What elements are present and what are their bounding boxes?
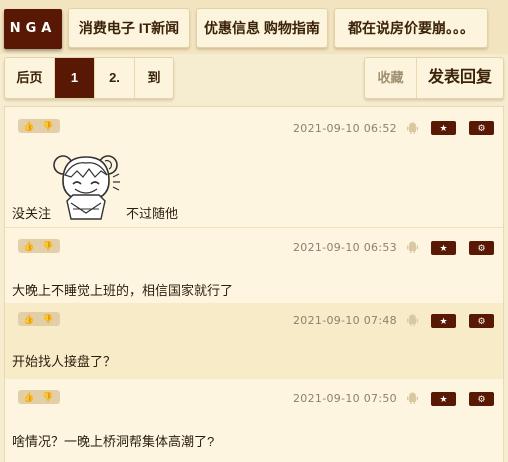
star-button[interactable]: ★	[431, 241, 456, 255]
post-item: 👍 👎 2021-09-10 07:48 ★ ⚙ 开始找人接盘了？	[5, 303, 503, 379]
star-icon: ★	[439, 394, 448, 404]
nav-tab-deals[interactable]: 优惠信息 购物指南	[196, 8, 328, 48]
star-button[interactable]: ★	[431, 314, 456, 328]
prev-page-button[interactable]: 后页	[5, 58, 55, 98]
settings-button[interactable]: ⚙	[469, 392, 494, 406]
thumbs-down-icon[interactable]: 👎	[40, 314, 56, 324]
post-content: 没关注	[12, 206, 52, 221]
nav-tab-thread-title[interactable]: 都在说房价要崩。。。	[334, 8, 488, 48]
android-icon	[407, 314, 418, 326]
post-content: 大晚上不睡觉上班的，相信国家就行了	[12, 283, 234, 298]
star-button[interactable]: ★	[431, 121, 456, 135]
goto-page-button[interactable]: 到	[135, 58, 173, 98]
gear-icon: ⚙	[477, 243, 486, 253]
settings-button[interactable]: ⚙	[469, 121, 494, 135]
settings-button[interactable]: ⚙	[469, 314, 494, 328]
thumbs-up-icon[interactable]: 👍	[21, 121, 37, 131]
top-navigation: NGA 消费电子 IT新闻 优惠信息 购物指南 都在说房价要崩。。。	[0, 0, 508, 54]
post-content-continued: 不过随他	[126, 206, 179, 221]
post-list: 👍 👎 2021-09-10 06:52 ★ ⚙ 没关注 不过随他 👍 👎 20…	[4, 106, 504, 462]
post-content: 开始找人接盘了？	[12, 354, 117, 369]
android-icon	[407, 241, 418, 253]
page-2-button[interactable]: 2.	[95, 58, 135, 98]
post-timestamp: 2021-09-10 06:53	[293, 241, 397, 254]
android-icon	[407, 392, 418, 404]
post-timestamp: 2021-09-10 07:50	[293, 392, 397, 405]
post-content: 啥情况？一晚上桥洞帮集体高潮了?	[12, 434, 215, 449]
vote-buttons: 👍 👎	[18, 390, 60, 404]
thumbs-down-icon[interactable]: 👎	[40, 121, 56, 131]
gear-icon: ⚙	[477, 316, 486, 326]
vote-buttons: 👍 👎	[18, 312, 60, 326]
post-item: 👍 👎 2021-09-10 07:50 ★ ⚙ 啥情况？一晚上桥洞帮集体高潮了…	[5, 379, 503, 462]
nga-logo[interactable]: NGA	[4, 9, 62, 49]
gear-icon: ⚙	[477, 394, 486, 404]
post-item: 👍 👎 2021-09-10 06:52 ★ ⚙ 没关注 不过随他	[5, 107, 503, 227]
reply-button[interactable]: 发表回复	[417, 58, 503, 98]
favorite-button[interactable]: 收藏	[365, 58, 417, 98]
star-icon: ★	[439, 123, 448, 133]
thumbs-up-icon[interactable]: 👍	[21, 241, 37, 251]
post-item: 👍 👎 2021-09-10 06:53 ★ ⚙ 大晚上不睡觉上班的，相信国家就…	[5, 227, 503, 303]
post-timestamp: 2021-09-10 06:52	[293, 122, 397, 135]
android-icon	[407, 122, 418, 134]
anime-sticker-image	[53, 155, 120, 220]
vote-buttons: 👍 👎	[18, 119, 60, 133]
star-button[interactable]: ★	[431, 392, 456, 406]
gear-icon: ⚙	[477, 123, 486, 133]
thumbs-down-icon[interactable]: 👎	[40, 241, 56, 251]
star-icon: ★	[439, 316, 448, 326]
thumbs-up-icon[interactable]: 👍	[21, 314, 37, 324]
settings-button[interactable]: ⚙	[469, 241, 494, 255]
thumbs-up-icon[interactable]: 👍	[21, 392, 37, 402]
star-icon: ★	[439, 243, 448, 253]
pagination: 后页 1 2. 到	[4, 57, 174, 99]
thumbs-down-icon[interactable]: 👎	[40, 392, 56, 402]
nav-tab-consumer-electronics[interactable]: 消费电子 IT新闻	[68, 8, 190, 48]
thread-actions: 收藏 发表回复	[364, 57, 504, 99]
page-1-button[interactable]: 1	[55, 58, 95, 98]
post-timestamp: 2021-09-10 07:48	[293, 314, 397, 327]
vote-buttons: 👍 👎	[18, 239, 60, 253]
